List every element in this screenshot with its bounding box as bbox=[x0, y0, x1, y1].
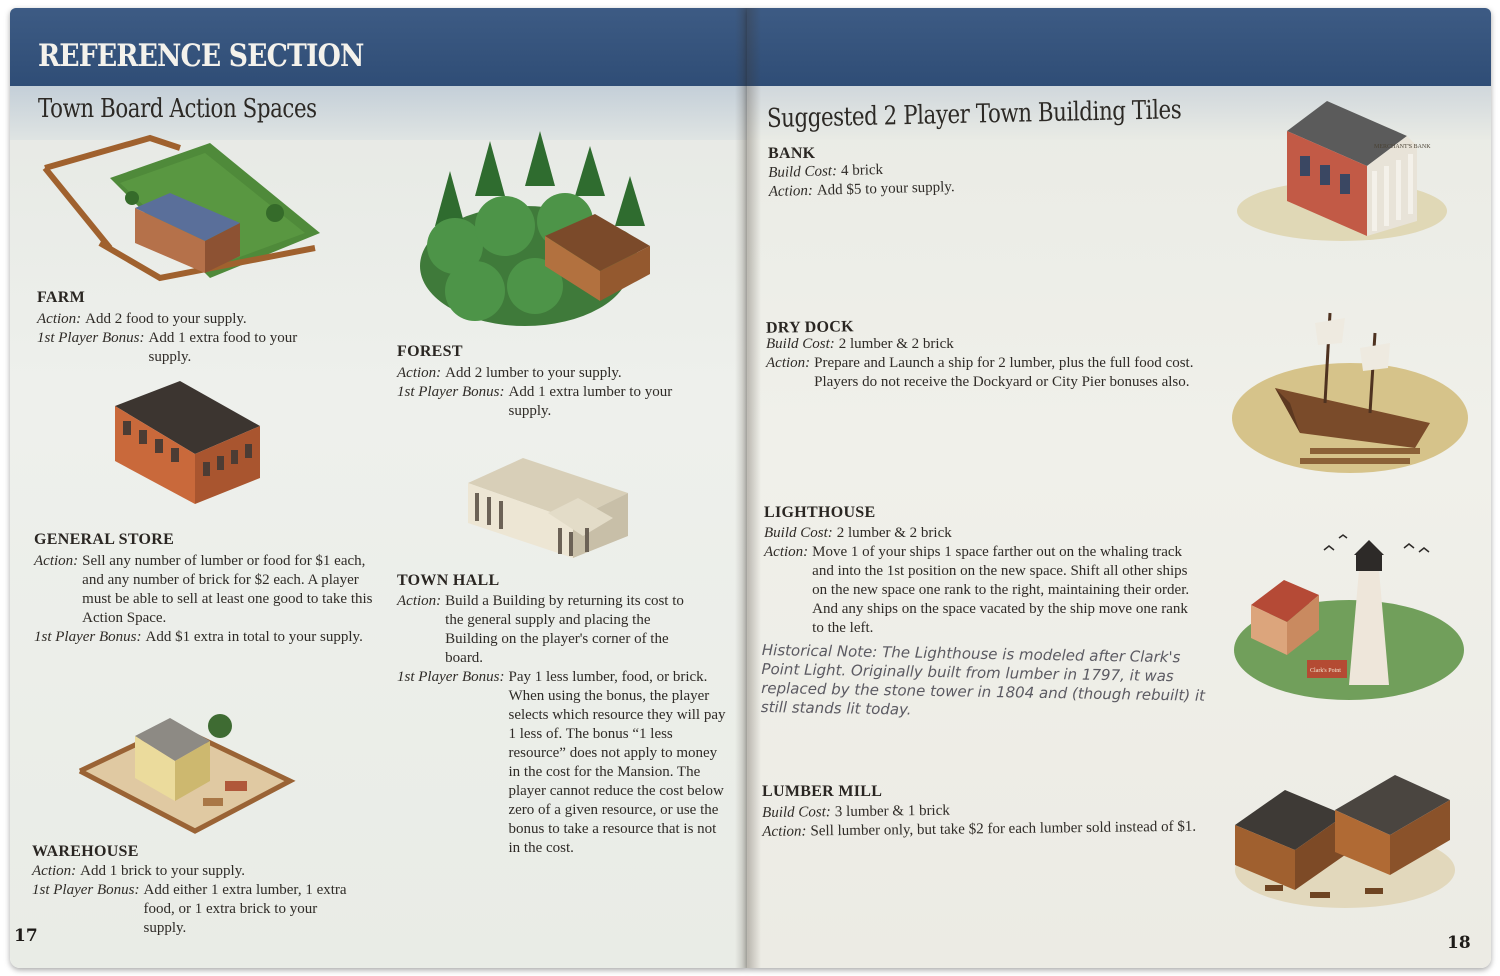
dry-dock-info: Build Cost: 2 lumber & 2 brick Action: Pre… bbox=[766, 335, 1211, 392]
town-hall-illustration bbox=[468, 458, 628, 558]
warehouse-illustration bbox=[78, 714, 296, 834]
bank-illustration: MERCHANT'S BANK bbox=[1237, 101, 1447, 241]
bank-cost-label: Build Cost: bbox=[768, 163, 838, 181]
farm-action-label: Action: bbox=[37, 311, 82, 327]
town-hall-action-text: Build a Building by returning its cost t… bbox=[445, 593, 684, 666]
farm-action: Action: Add 2 food to your supply. 1st Pl… bbox=[37, 310, 367, 367]
lighthouse-info: Build Cost: 2 lumber & 2 brick Action: Mov… bbox=[764, 524, 1194, 638]
lumber-mill-info: Build Cost: 3 lumber & 1 brick Action: Sel… bbox=[762, 799, 1212, 842]
dry-dock-action-text: Prepare and Launch a ship for 2 lumber, … bbox=[814, 355, 1194, 390]
lighthouse-historical-note: Historical Note: The Lighthouse is model… bbox=[760, 641, 1206, 719]
dry-dock-cost-text: 2 lumber & 2 brick bbox=[838, 336, 954, 352]
forest-bonus-label: 1st Player Bonus: bbox=[397, 384, 505, 400]
town-hall-bonus-label: 1st Player Bonus: bbox=[397, 669, 505, 685]
forest-title: FOREST bbox=[397, 343, 463, 360]
lumber-mill-title: LUMBER MILL bbox=[762, 783, 883, 800]
town-hall-bonus-text: Pay 1 less lumber, food, or brick. When … bbox=[508, 669, 726, 856]
bank-sign-text: MERCHANT'S BANK bbox=[1374, 144, 1431, 150]
header-band-right bbox=[747, 8, 1491, 86]
general-store-action: Action: Sell any number of lumber or food… bbox=[34, 552, 374, 647]
general-store-action-label: Action: bbox=[34, 553, 79, 569]
dry-dock-action-label: Action: bbox=[766, 355, 811, 371]
forest-action-label: Action: bbox=[397, 365, 442, 381]
reference-section-header: REFERENCE SECTION bbox=[38, 38, 364, 74]
lighthouse-action-label: Action: bbox=[764, 544, 809, 560]
lumber-mill-action-label: Action: bbox=[762, 823, 807, 840]
bank-action-label: Action: bbox=[768, 182, 814, 200]
forest-action-text: Add 2 lumber to your supply. bbox=[445, 365, 622, 381]
right-page-number: 18 bbox=[1447, 933, 1471, 953]
farm-action-text: Add 2 food to your supply. bbox=[85, 311, 247, 327]
lumber-mill-action-text: Sell lumber only, but take $2 for each l… bbox=[810, 818, 1197, 840]
general-store-bonus-label: 1st Player Bonus: bbox=[34, 629, 142, 645]
left-page-number: 17 bbox=[14, 926, 38, 946]
farm-title: FARM bbox=[37, 289, 85, 306]
general-store-bonus-text: Add $1 extra in total to your supply. bbox=[145, 629, 363, 645]
lumber-mill-cost-label: Build Cost: bbox=[762, 804, 831, 821]
dry-dock-illustration bbox=[1232, 312, 1468, 473]
town-hall-action: Action: Build a Building by returning its… bbox=[397, 592, 727, 858]
farm-bonus-label: 1st Player Bonus: bbox=[37, 330, 145, 346]
warehouse-title: WAREHOUSE bbox=[32, 843, 139, 860]
forest-illustration bbox=[420, 131, 650, 326]
lighthouse-cost-text: 2 lumber & 2 brick bbox=[836, 525, 952, 541]
bank-title: BANK bbox=[768, 145, 816, 162]
lighthouse-cost-label: Build Cost: bbox=[764, 525, 833, 541]
forest-action: Action: Add 2 lumber to your supply. 1st … bbox=[397, 364, 717, 421]
general-store-illustration bbox=[115, 381, 260, 504]
warehouse-action: Action: Add 1 brick to your supply. 1st P… bbox=[32, 862, 377, 938]
farm-illustration bbox=[42, 134, 320, 282]
lighthouse-illustration: Clark's Point bbox=[1234, 534, 1464, 700]
farm-bonus-text: Add 1 extra food to your supply. bbox=[148, 330, 298, 365]
town-hall-title: TOWN HALL bbox=[397, 572, 500, 589]
book-spine-shadow bbox=[735, 8, 761, 968]
general-store-action-text: Sell any number of lumber or food for $1… bbox=[82, 553, 373, 626]
warehouse-bonus-text: Add either 1 extra lumber, 1 extra food,… bbox=[143, 882, 347, 936]
warehouse-bonus-label: 1st Player Bonus: bbox=[32, 882, 140, 898]
general-store-title: GENERAL STORE bbox=[34, 531, 175, 548]
lighthouse-action-text: Move 1 of your ships 1 space farther out… bbox=[812, 544, 1190, 636]
town-hall-action-label: Action: bbox=[397, 593, 442, 609]
warehouse-action-text: Add 1 brick to your supply. bbox=[80, 863, 246, 879]
left-page: REFERENCE SECTION Town Board Action Spac… bbox=[10, 8, 747, 968]
town-board-section-title: Town Board Action Spaces bbox=[38, 94, 317, 124]
lighthouse-sign-text: Clark's Point bbox=[1310, 668, 1341, 674]
lumber-mill-illustration bbox=[1235, 775, 1455, 908]
bank-info: Build Cost: 4 brick Action: Add $5 to your… bbox=[768, 154, 1169, 202]
dry-dock-cost-label: Build Cost: bbox=[766, 336, 835, 352]
right-page: Suggested 2 Player Town Building Tiles B… bbox=[747, 8, 1491, 968]
lighthouse-title: LIGHTHOUSE bbox=[764, 504, 876, 521]
warehouse-action-label: Action: bbox=[32, 863, 77, 879]
forest-bonus-text: Add 1 extra lumber to your supply. bbox=[508, 384, 673, 419]
